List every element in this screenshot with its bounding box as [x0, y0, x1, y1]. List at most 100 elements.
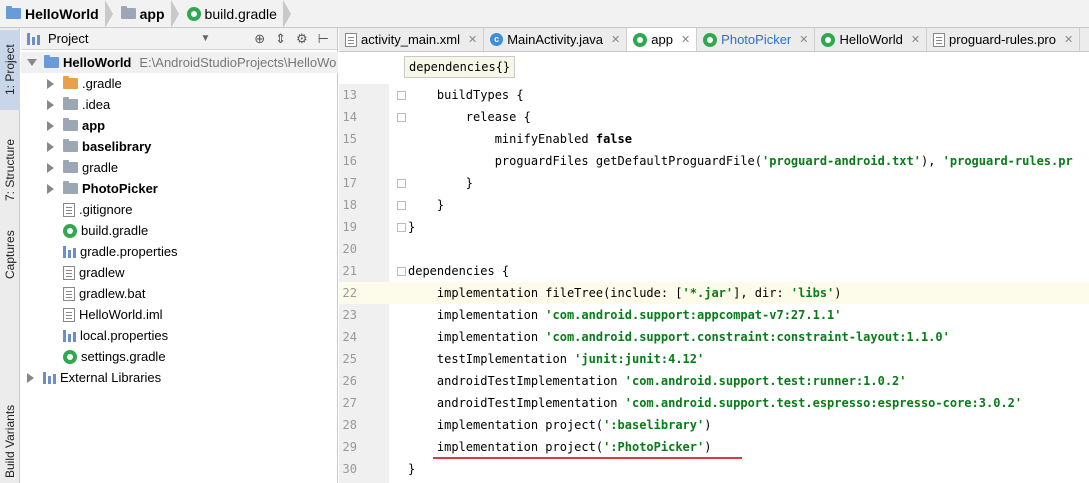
line-number: 16 [342, 154, 357, 168]
tree-item-label: .gitignore [79, 202, 133, 217]
code-text: release { [408, 110, 531, 124]
code-line: 19} [339, 216, 1089, 238]
tree-item[interactable]: .gitignore [21, 199, 338, 220]
collapse-icon[interactable]: ⇕ [275, 31, 286, 47]
tree-item[interactable]: settings.gradle [21, 346, 338, 367]
close-icon[interactable]: ✕ [911, 33, 920, 46]
editor-hint-bar: dependencies{} [339, 52, 1089, 84]
tab-structure[interactable]: 7: Structure [0, 120, 20, 220]
file-icon [63, 286, 75, 301]
tree-item[interactable]: build.gradle [21, 220, 338, 241]
tree-item-label: local.properties [80, 328, 169, 343]
breadcrumb-app[interactable]: app [115, 0, 171, 28]
tree-item[interactable]: gradlew [21, 262, 338, 283]
locate-icon[interactable]: ⊕ [254, 31, 265, 47]
expand-arrow-icon[interactable] [47, 120, 54, 131]
expand-arrow-icon[interactable] [27, 59, 37, 66]
code-text: proguardFiles getDefaultProguardFile('pr… [408, 154, 1073, 168]
code-text: androidTestImplementation 'com.android.s… [408, 396, 1023, 410]
tree-item[interactable]: HelloWorld.iml [21, 304, 338, 325]
line-number: 23 [342, 308, 357, 322]
code-line: 25 testImplementation 'junit:junit:4.12' [339, 348, 1089, 370]
tab-label: Build Variants [3, 404, 17, 479]
fold-marker-icon[interactable] [397, 267, 406, 276]
hide-icon[interactable]: ⊢ [318, 31, 329, 47]
fold-marker-icon[interactable] [397, 113, 406, 122]
expand-arrow-icon[interactable] [47, 78, 54, 89]
code-text: dependencies { [408, 264, 510, 278]
close-icon[interactable]: ✕ [1064, 33, 1073, 46]
tab-project[interactable]: 1: Project [0, 30, 20, 110]
close-icon[interactable]: ✕ [799, 33, 808, 46]
close-icon[interactable]: ✕ [611, 33, 620, 46]
tree-item[interactable]: local.properties [21, 325, 338, 346]
code-text: } [408, 198, 445, 212]
tree-item[interactable]: .idea [21, 94, 338, 115]
editor-tab[interactable]: HelloWorld ✕ [815, 28, 928, 51]
breadcrumb-build-gradle[interactable]: build.gradle [181, 0, 283, 28]
tree-item[interactable]: gradlew.bat [21, 283, 338, 304]
line-number: 28 [342, 418, 357, 432]
tree-item[interactable]: gradle [21, 157, 338, 178]
folder-icon [6, 6, 21, 19]
code-line: 26 androidTestImplementation 'com.androi… [339, 370, 1089, 392]
tree-item[interactable]: app [21, 115, 338, 136]
code-text: implementation 'com.android.support.cons… [408, 330, 950, 344]
tree-item[interactable]: baselibrary [21, 136, 338, 157]
editor-tab-label: MainActivity.java [507, 32, 604, 47]
breadcrumb-helloworld[interactable]: HelloWorld [0, 0, 105, 28]
tree-item[interactable]: gradle.properties [21, 241, 338, 262]
gradle-icon [703, 32, 718, 47]
breadcrumb-label: app [139, 5, 165, 22]
tree-item-label: build.gradle [81, 223, 149, 238]
editor-tab-label: HelloWorld [839, 32, 903, 47]
code-line: 16 proguardFiles getDefaultProguardFile(… [339, 150, 1089, 172]
fold-marker-icon[interactable] [397, 201, 406, 210]
code-text: } [408, 220, 416, 234]
tree-item[interactable]: External Libraries [21, 367, 338, 388]
fold-marker-icon[interactable] [397, 91, 406, 100]
editor-tab[interactable]: PhotoPicker ✕ [697, 28, 816, 51]
close-icon[interactable]: ✕ [468, 33, 477, 46]
editor-tab[interactable]: activity_main.xml ✕ [339, 28, 485, 51]
expand-arrow-icon[interactable] [47, 162, 54, 173]
left-tool-strip: 1: Project 7: Structure Captures Build V… [0, 28, 20, 483]
editor-tab-label: PhotoPicker [721, 32, 792, 47]
red-underline-annotation [433, 457, 742, 459]
file-icon [933, 32, 946, 47]
file-icon [345, 32, 357, 47]
tree-item[interactable]: .gradle [21, 73, 338, 94]
expand-arrow-icon[interactable] [27, 372, 34, 383]
fold-marker-icon[interactable] [397, 179, 406, 188]
expand-arrow-icon[interactable] [47, 141, 54, 152]
editor-tab-label: proguard-rules.pro [949, 32, 1056, 47]
code-text: androidTestImplementation 'com.android.s… [408, 374, 907, 388]
tree-item[interactable]: PhotoPicker [21, 178, 338, 199]
tree-item-label: HelloWorld [63, 55, 132, 70]
editor-tab-label: app [651, 32, 673, 47]
tree-item-label: baselibrary [82, 139, 152, 154]
expand-arrow-icon[interactable] [47, 99, 54, 110]
tree-item[interactable]: HelloWorld E:\AndroidStudioProjects\Hello… [21, 52, 338, 73]
breadcrumb-separator [104, 0, 113, 28]
folder-icon [63, 160, 78, 173]
code-text: implementation 'com.android.support:appc… [408, 308, 842, 322]
editor-tab[interactable]: c MainActivity.java ✕ [484, 28, 628, 51]
editor-tab[interactable]: proguard-rules.pro ✕ [927, 28, 1081, 51]
tab-captures[interactable]: Captures [0, 220, 20, 290]
close-icon[interactable]: ✕ [681, 33, 690, 46]
project-view-selector[interactable]: Project [48, 31, 88, 46]
fold-marker-icon[interactable] [397, 223, 406, 232]
tab-build-variants[interactable]: Build Variants [0, 400, 20, 483]
code-line: 21 dependencies { [339, 260, 1089, 282]
editor-tab[interactable]: app ✕ [627, 28, 698, 51]
java-class-icon: c [490, 33, 504, 46]
code-text: } [408, 176, 474, 190]
tree-item-label: HelloWorld.iml [79, 307, 163, 322]
line-number: 30 [342, 462, 357, 476]
chevron-down-icon[interactable]: ▼ [200, 33, 210, 44]
expand-arrow-icon[interactable] [47, 183, 54, 194]
editor-tab-label: activity_main.xml [361, 32, 460, 47]
line-number: 17 [342, 176, 357, 190]
gear-icon[interactable]: ⚙ [296, 31, 308, 47]
